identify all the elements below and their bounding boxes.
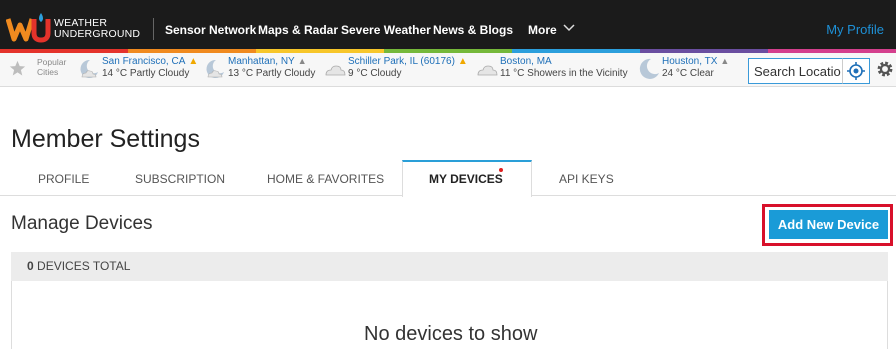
warning-icon: ▲ <box>188 56 199 67</box>
wu-logo-icon[interactable] <box>6 13 52 43</box>
tab-home-favorites[interactable]: HOME & FAVORITES <box>267 172 384 186</box>
tab-my-devices[interactable]: MY DEVICES <box>429 172 503 186</box>
section-title: Manage Devices <box>11 213 153 234</box>
nav-news-blogs[interactable]: News & Blogs <box>433 23 513 37</box>
popular-cities-label: Popular Cities <box>37 57 67 77</box>
tab-profile[interactable]: PROFILE <box>38 172 89 186</box>
crosshair-icon <box>847 62 865 80</box>
nav-severe-weather[interactable]: Severe Weather <box>341 23 431 37</box>
page-title: Member Settings <box>11 125 200 153</box>
alert-icon: ▲ <box>720 56 730 66</box>
cloud-icon <box>477 65 498 76</box>
tab-api-keys[interactable]: API KEYS <box>559 172 614 186</box>
gear-icon[interactable] <box>876 60 894 78</box>
nav-maps-radar[interactable]: Maps & Radar <box>258 23 338 37</box>
add-new-device-button[interactable]: Add New Device <box>769 210 888 239</box>
cloud-icon <box>325 65 346 76</box>
nav-more[interactable]: More <box>528 23 557 37</box>
notification-dot <box>499 168 503 172</box>
devices-total-bar <box>11 252 888 281</box>
tab-subscription[interactable]: SUBSCRIPTION <box>135 172 225 186</box>
empty-state-message: No devices to show <box>364 323 538 345</box>
moon-cloud-icon <box>80 59 98 78</box>
logo-text[interactable]: WEATHER UNDERGROUND <box>54 18 140 40</box>
warning-icon: ▲ <box>457 56 468 67</box>
my-profile-link[interactable]: My Profile <box>826 22 884 37</box>
star-icon[interactable] <box>9 60 26 77</box>
chevron-down-icon[interactable] <box>563 23 575 32</box>
logo-line2: UNDERGROUND <box>54 28 141 40</box>
header-divider <box>153 18 154 40</box>
moon-icon <box>639 58 659 79</box>
devices-total-text: 0 DEVICES TOTAL <box>27 259 131 273</box>
locate-button[interactable] <box>842 58 870 84</box>
alert-icon: ▲ <box>297 56 307 66</box>
nav-sensor-network[interactable]: Sensor Network <box>165 23 256 37</box>
moon-cloud-icon <box>206 59 224 78</box>
